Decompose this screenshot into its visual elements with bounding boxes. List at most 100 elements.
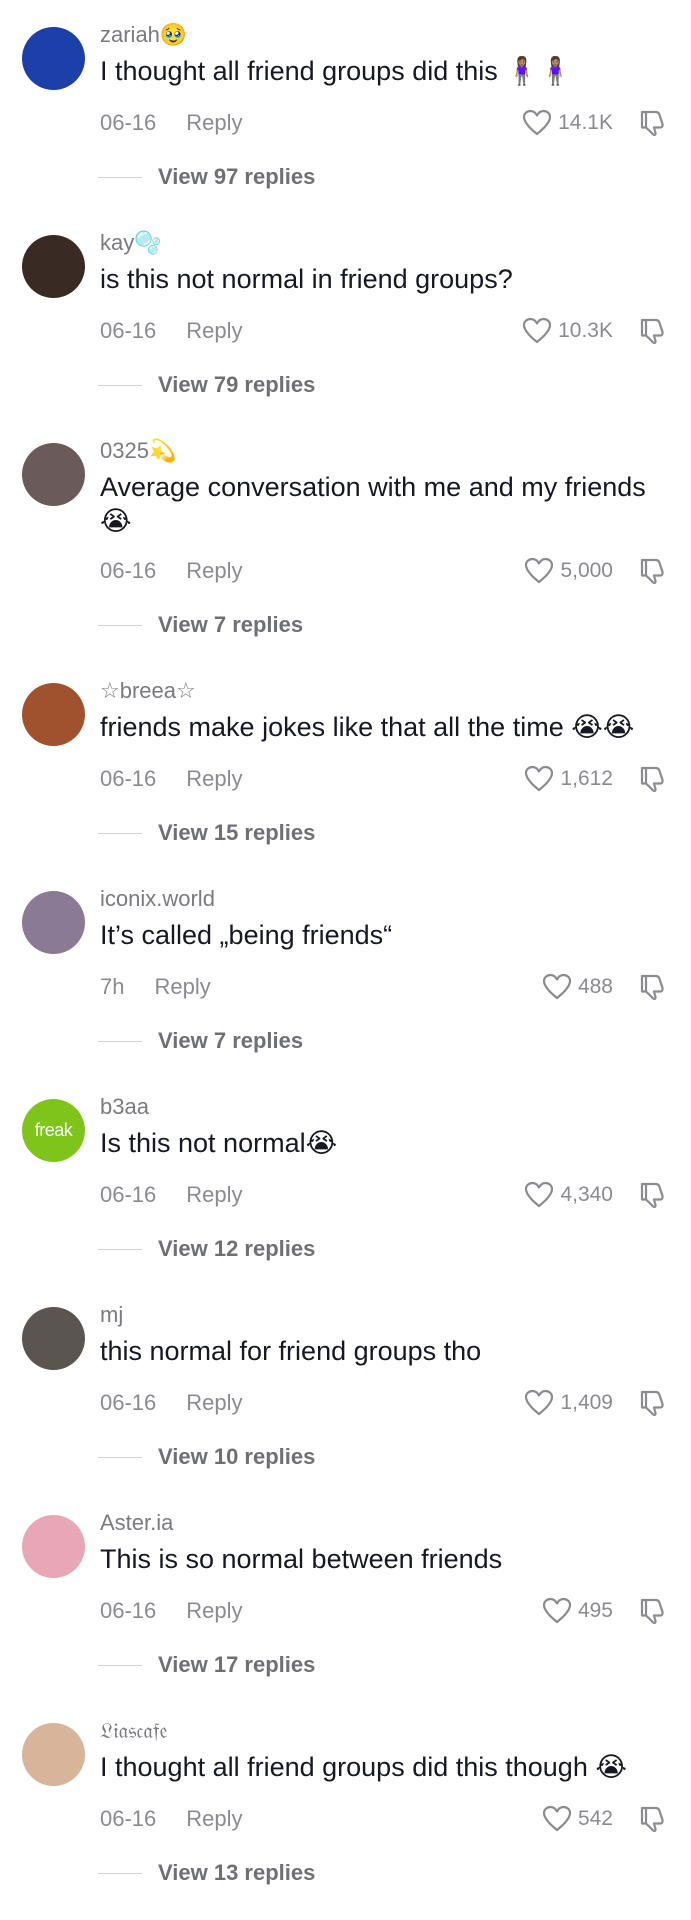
replies-divider bbox=[98, 1248, 142, 1250]
like-button[interactable]: 10.3K bbox=[522, 316, 613, 346]
heart-outline-icon bbox=[523, 109, 552, 136]
view-replies-label: View 15 replies bbox=[158, 820, 316, 845]
reply-button[interactable]: Reply bbox=[186, 1182, 242, 1208]
replies-divider bbox=[98, 1664, 142, 1666]
comment-text: It’s called „being friends“ bbox=[100, 920, 393, 950]
avatar-label: freak bbox=[34, 1120, 73, 1140]
heart-outline-icon bbox=[523, 317, 552, 344]
dislike-button[interactable] bbox=[637, 1388, 667, 1418]
reply-button[interactable]: Reply bbox=[186, 1598, 242, 1624]
thumbs-down-outline-icon bbox=[640, 1598, 664, 1625]
reply-button[interactable]: Reply bbox=[186, 110, 242, 136]
comment-item: iconix.world It’s called „being friends“… bbox=[0, 864, 691, 1069]
comment-meta: 06-16 Reply bbox=[100, 1596, 243, 1626]
avatar[interactable] bbox=[22, 1307, 85, 1370]
like-count: 495 bbox=[577, 1599, 613, 1622]
like-count: 1,409 bbox=[560, 1391, 613, 1414]
comment-username[interactable]: iconix.world bbox=[100, 886, 215, 912]
thumbs-down-outline-icon bbox=[640, 766, 664, 793]
thumbs-down-outline-icon bbox=[640, 1806, 664, 1833]
comment-item: Aster.ia This is so normal between frien… bbox=[0, 1488, 691, 1693]
reply-button[interactable]: Reply bbox=[186, 1806, 242, 1832]
avatar[interactable] bbox=[22, 235, 85, 298]
dislike-button[interactable] bbox=[637, 1180, 667, 1210]
dislike-button[interactable] bbox=[637, 972, 667, 1002]
comment-item: 0325💫 Average conversation with me and m… bbox=[0, 416, 691, 637]
heart-outline-icon bbox=[525, 557, 554, 584]
avatar[interactable]: freak bbox=[22, 1099, 85, 1162]
view-replies-button[interactable]: View 13 replies bbox=[98, 1858, 315, 1888]
comment-meta: 06-16 Reply bbox=[100, 108, 243, 138]
comment-item: mj this normal for friend groups tho 06-… bbox=[0, 1280, 691, 1485]
view-replies-button[interactable]: View 7 replies bbox=[98, 1026, 303, 1056]
avatar[interactable] bbox=[22, 683, 85, 746]
comment-item: zariah🥹 I thought all friend groups did … bbox=[0, 0, 691, 205]
comment-date: 7h bbox=[100, 974, 125, 999]
like-button[interactable]: 488 bbox=[542, 972, 613, 1002]
view-replies-label: View 12 replies bbox=[158, 1236, 316, 1261]
like-button[interactable]: 14.1K bbox=[522, 108, 613, 138]
comment-item: ☆breea☆ friends make jokes like that all… bbox=[0, 656, 691, 861]
comment-username[interactable]: mj bbox=[100, 1302, 123, 1328]
view-replies-button[interactable]: View 17 replies bbox=[98, 1650, 315, 1680]
comment-meta: 06-16 Reply bbox=[100, 764, 243, 794]
view-replies-button[interactable]: View 7 replies bbox=[98, 610, 303, 640]
comment-username[interactable]: ☆breea☆ bbox=[100, 678, 196, 704]
avatar[interactable] bbox=[22, 27, 85, 90]
avatar[interactable] bbox=[22, 443, 85, 506]
replies-divider bbox=[98, 384, 142, 386]
view-replies-button[interactable]: View 12 replies bbox=[98, 1234, 315, 1264]
like-button[interactable]: 5,000 bbox=[524, 556, 613, 586]
comment-username[interactable]: Aster.ia bbox=[100, 1510, 173, 1536]
view-replies-label: View 97 replies bbox=[158, 164, 316, 189]
comment-username[interactable]: zariah🥹 bbox=[100, 22, 187, 48]
view-replies-button[interactable]: View 79 replies bbox=[98, 370, 315, 400]
thumbs-down-outline-icon bbox=[640, 974, 664, 1001]
reply-button[interactable]: Reply bbox=[186, 1390, 242, 1416]
view-replies-button[interactable]: View 15 replies bbox=[98, 818, 315, 848]
dislike-button[interactable] bbox=[637, 1596, 667, 1626]
comment-username[interactable]: b3aa bbox=[100, 1094, 149, 1120]
replies-divider bbox=[98, 1456, 142, 1458]
reply-button[interactable]: Reply bbox=[154, 974, 210, 1000]
comment-meta: 06-16 Reply bbox=[100, 556, 243, 586]
comment-text: This is so normal between friends bbox=[100, 1544, 503, 1574]
heart-outline-icon bbox=[525, 1389, 554, 1416]
comment-username[interactable]: kay🫧 bbox=[100, 230, 162, 256]
thumbs-down-outline-icon bbox=[640, 318, 664, 345]
dislike-button[interactable] bbox=[637, 764, 667, 794]
heart-outline-icon bbox=[525, 1181, 554, 1208]
comment-username[interactable]: 𝔏𝔦𝔞𝔰𝔠𝔞𝔣𝔢 bbox=[100, 1718, 168, 1744]
like-button[interactable]: 1,612 bbox=[524, 764, 613, 794]
view-replies-button[interactable]: View 97 replies bbox=[98, 162, 315, 192]
comment-text: this normal for friend groups tho bbox=[100, 1336, 482, 1366]
comment-username[interactable]: 0325💫 bbox=[100, 438, 176, 464]
like-button[interactable]: 1,409 bbox=[524, 1388, 613, 1418]
dislike-button[interactable] bbox=[637, 1804, 667, 1834]
dislike-button[interactable] bbox=[637, 556, 667, 586]
avatar[interactable] bbox=[22, 1723, 85, 1786]
like-count: 542 bbox=[577, 1807, 613, 1830]
avatar[interactable] bbox=[22, 1515, 85, 1578]
view-replies-label: View 13 replies bbox=[158, 1860, 316, 1885]
comment-date: 06-16 bbox=[100, 1182, 157, 1207]
comment-text: Is this not normal😭 bbox=[100, 1128, 338, 1158]
reply-button[interactable]: Reply bbox=[186, 318, 242, 344]
view-replies-label: View 7 replies bbox=[158, 612, 304, 637]
reply-button[interactable]: Reply bbox=[186, 558, 242, 584]
like-button[interactable]: 4,340 bbox=[524, 1180, 613, 1210]
like-button[interactable]: 542 bbox=[542, 1804, 613, 1834]
like-count: 14.1K bbox=[558, 111, 613, 134]
view-replies-label: View 17 replies bbox=[158, 1652, 316, 1677]
replies-divider bbox=[98, 1040, 142, 1042]
avatar[interactable] bbox=[22, 891, 85, 954]
reply-button[interactable]: Reply bbox=[186, 766, 242, 792]
like-count: 10.3K bbox=[558, 319, 613, 342]
dislike-button[interactable] bbox=[637, 316, 667, 346]
comment-text: I thought all friend groups did this 🧍🏽‍… bbox=[100, 56, 573, 86]
dislike-button[interactable] bbox=[637, 108, 667, 138]
comment-meta: 06-16 Reply bbox=[100, 316, 243, 346]
view-replies-button[interactable]: View 10 replies bbox=[98, 1442, 315, 1472]
comment-date: 06-16 bbox=[100, 1598, 157, 1623]
like-button[interactable]: 495 bbox=[542, 1596, 613, 1626]
